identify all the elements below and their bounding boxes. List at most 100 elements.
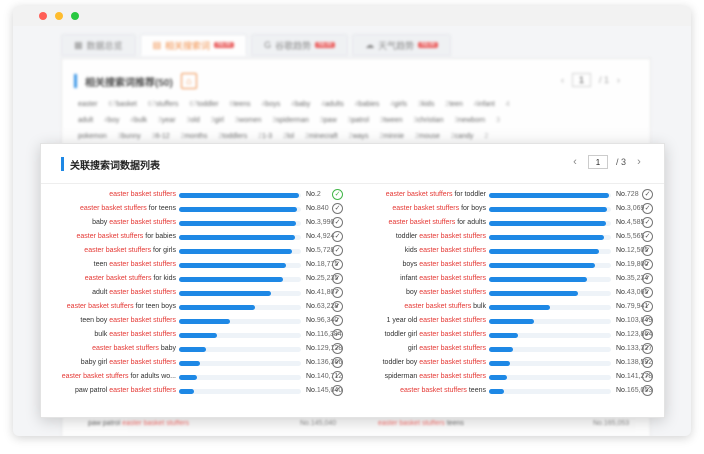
next-page-icon[interactable]: ›: [634, 156, 644, 168]
keyword-text[interactable]: easter basket stuffers for teens: [80, 205, 176, 212]
check-circle-icon[interactable]: ✓: [642, 315, 653, 326]
keyword-chip[interactable]: toddlers: [222, 133, 247, 140]
keyword-chip[interactable]: mouse: [419, 133, 440, 140]
tab-related-keywords[interactable]: ▤ 相关搜索词 NEW: [139, 34, 248, 56]
check-circle-icon[interactable]: ✓: [332, 231, 343, 242]
keyword-chip[interactable]: infant: [478, 101, 495, 108]
keyword-chip[interactable]: christian: [417, 117, 443, 124]
keyword-row[interactable]: teen boy easter basket stuffers No.96,340…: [51, 315, 346, 329]
keyword-chip[interactable]: 1-3: [262, 133, 272, 140]
check-circle-icon[interactable]: ✓: [332, 385, 343, 396]
keyword-text[interactable]: baby girl easter basket stuffers: [81, 359, 176, 366]
keyword-row[interactable]: toddler easter basket stuffers No.5,565 ✓: [361, 231, 656, 245]
keyword-chip[interactable]: ways: [353, 133, 369, 140]
keyword-text[interactable]: baby easter basket stuffers: [92, 219, 176, 226]
check-circle-icon[interactable]: ✓: [332, 273, 343, 284]
keyword-chip[interactable]: kids: [422, 101, 434, 108]
keyword-chip[interactable]: paw: [324, 117, 337, 124]
keyword-chip[interactable]: spiderman: [276, 117, 309, 124]
page-input[interactable]: 1: [571, 73, 591, 87]
keyword-row[interactable]: girl easter basket stuffers No.133,327 ✓: [361, 343, 656, 357]
check-circle-icon[interactable]: ✓: [332, 287, 343, 298]
check-circle-icon[interactable]: ✓: [332, 329, 343, 340]
keyword-text[interactable]: toddler girl easter basket stuffers: [385, 331, 486, 338]
keyword-chip[interactable]: boys: [265, 101, 280, 108]
keyword-text[interactable]: kids easter basket stuffers: [405, 247, 486, 254]
keyword-text[interactable]: 1 year old easter basket stuffers: [387, 317, 486, 324]
keyword-text[interactable]: bulk easter basket stuffers: [94, 331, 176, 338]
keyword-text[interactable]: infant easter basket stuffers: [400, 275, 486, 282]
keyword-row[interactable]: baby girl easter basket stuffers No.136,3…: [51, 357, 346, 371]
keyword-row[interactable]: spiderman easter basket stuffers No.141,2…: [361, 371, 656, 385]
keyword-chip[interactable]: adults: [325, 101, 344, 108]
keyword-text[interactable]: toddler boy easter basket stuffers: [383, 359, 486, 366]
check-circle-icon[interactable]: ✓: [332, 357, 343, 368]
check-circle-icon[interactable]: ✓: [332, 245, 343, 256]
next-page-icon[interactable]: ›: [617, 75, 620, 85]
keyword-row[interactable]: easter basket stuffers bulk No.79,941 ✓: [361, 301, 656, 315]
keyword-text[interactable]: easter basket stuffers for girls: [84, 247, 176, 254]
keyword-row[interactable]: easter basket stuffers baby No.129,128 ✓: [51, 343, 346, 357]
keyword-row[interactable]: easter basket stuffers for kids No.25,235…: [51, 273, 346, 287]
check-circle-icon[interactable]: ✓: [332, 217, 343, 228]
keyword-row[interactable]: easter basket stuffers teens No.165,053 ✓: [361, 385, 656, 399]
keyword-chip[interactable]: basket: [116, 101, 137, 108]
keyword-row[interactable]: teen easter basket stuffers No.18,775 ✓: [51, 259, 346, 273]
check-circle-icon[interactable]: ✓: [642, 231, 653, 242]
keyword-row[interactable]: boy easter basket stuffers No.43,065 ✓: [361, 287, 656, 301]
tab-weather-trends[interactable]: ☁ 天气趋势 NEW: [352, 34, 452, 56]
keyword-chip[interactable]: baby: [295, 101, 310, 108]
keyword-chip[interactable]: girl: [215, 117, 224, 124]
keyword-row[interactable]: easter basket stuffers for adults No.4,58…: [361, 217, 656, 231]
keyword-row[interactable]: easter basket stuffers for teen boys No.6…: [51, 301, 346, 315]
keyword-row[interactable]: kids easter basket stuffers No.12,505 ✓: [361, 245, 656, 259]
keyword-chip[interactable]: easter: [78, 101, 97, 108]
keyword-row[interactable]: toddler boy easter basket stuffers No.138…: [361, 357, 656, 371]
check-circle-icon[interactable]: ✓: [642, 385, 653, 396]
keyword-text[interactable]: easter basket stuffers for teen boys: [67, 303, 176, 310]
keyword-text[interactable]: easter basket stuffers for adults: [388, 219, 486, 226]
keyword-text[interactable]: boys easter basket stuffers: [402, 261, 486, 268]
keyword-text[interactable]: adult easter basket stuffers: [92, 289, 176, 296]
keyword-text[interactable]: girl easter basket stuffers: [408, 345, 486, 352]
keyword-chip[interactable]: bulk: [134, 117, 147, 124]
keyword-text[interactable]: easter basket stuffers bulk: [404, 303, 486, 310]
keyword-row[interactable]: easter basket stuffers for teens No.840 ✓: [51, 203, 346, 217]
keyword-chip[interactable]: tween: [384, 117, 403, 124]
keyword-row[interactable]: paw patrol easter basket stuffers No.145,…: [51, 385, 346, 399]
keyword-text[interactable]: toddler easter basket stuffers: [396, 233, 486, 240]
keyword-chip[interactable]: pokemon: [78, 133, 107, 140]
keyword-text[interactable]: boy easter basket stuffers: [406, 289, 486, 296]
keyword-row[interactable]: easter basket stuffers for toddler No.728…: [361, 189, 656, 203]
keyword-chip[interactable]: lol: [287, 133, 294, 140]
keyword-text[interactable]: easter basket stuffers baby: [92, 345, 176, 352]
keyword-row[interactable]: easter basket stuffers No.2 ✓: [51, 189, 346, 203]
keyword-chip[interactable]: teen: [449, 101, 463, 108]
keyword-row[interactable]: adult easter basket stuffers No.41,807 ✓: [51, 287, 346, 301]
keyword-row[interactable]: easter basket stuffers for babies No.4,92…: [51, 231, 346, 245]
check-circle-icon[interactable]: ✓: [332, 371, 343, 382]
check-circle-icon[interactable]: ✓: [642, 245, 653, 256]
keyword-row[interactable]: easter basket stuffers for adults wo... N…: [51, 371, 346, 385]
keyword-text[interactable]: teen boy easter basket stuffers: [80, 317, 176, 324]
prev-page-icon[interactable]: ‹: [561, 75, 564, 85]
home-icon[interactable]: ⌂: [180, 73, 197, 89]
keyword-chip[interactable]: year: [162, 117, 176, 124]
check-circle-icon[interactable]: ✓: [642, 343, 653, 354]
maximize-window-button[interactable]: [71, 12, 79, 20]
keyword-text[interactable]: easter basket stuffers for boys: [392, 205, 486, 212]
check-circle-icon[interactable]: ✓: [642, 287, 653, 298]
keyword-chip[interactable]: toddler: [197, 101, 218, 108]
keyword-chip[interactable]: girls: [394, 101, 407, 108]
keyword-chip[interactable]: bunny: [122, 133, 141, 140]
keyword-row[interactable]: easter basket stuffers for boys No.3,069 ✓: [361, 203, 656, 217]
keyword-chip[interactable]: minnie: [383, 133, 404, 140]
check-circle-icon[interactable]: ✓: [642, 189, 653, 200]
check-circle-icon[interactable]: ✓: [332, 259, 343, 270]
keyword-row[interactable]: bulk easter basket stuffers No.116,384 ✓: [51, 329, 346, 343]
keyword-text[interactable]: teen easter basket stuffers: [94, 261, 176, 268]
keyword-chip[interactable]: stuffers: [156, 101, 179, 108]
check-circle-icon[interactable]: ✓: [642, 273, 653, 284]
keyword-text[interactable]: easter basket stuffers for adults wo...: [62, 373, 176, 380]
keyword-row[interactable]: 1 year old easter basket stuffers No.103,…: [361, 315, 656, 329]
